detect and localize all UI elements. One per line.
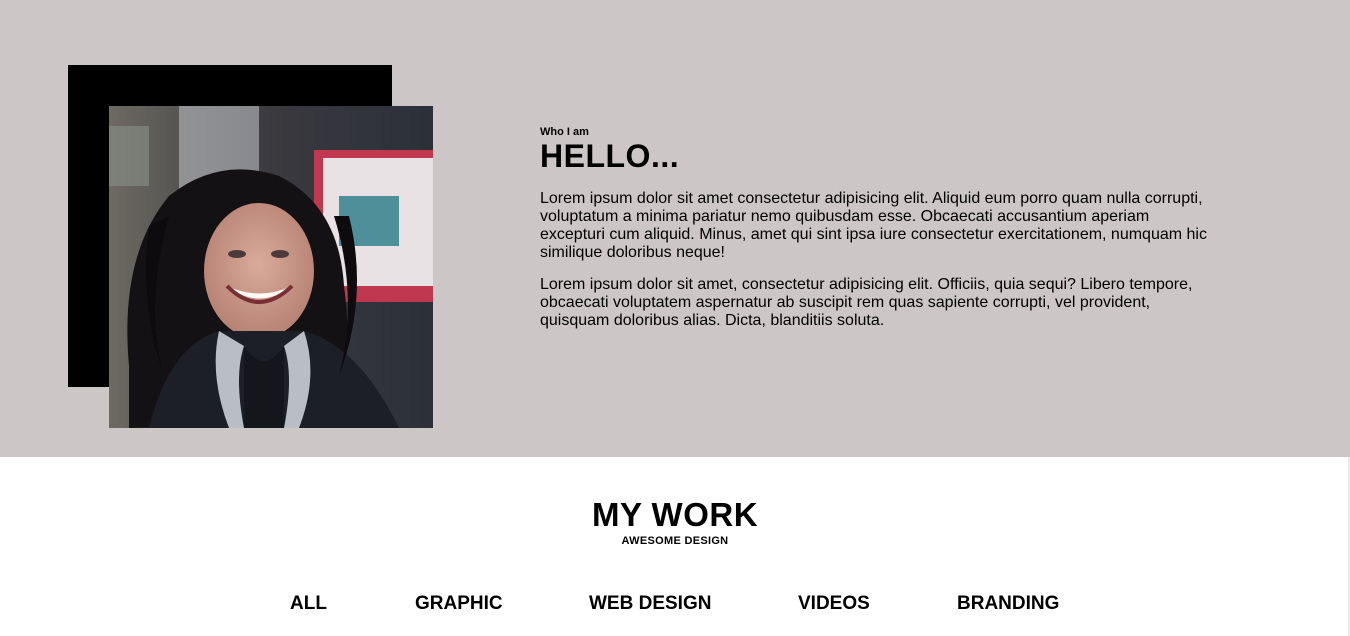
filter-web-design[interactable]: WEB DESIGN	[589, 593, 711, 615]
profile-photo	[109, 106, 433, 428]
about-eyebrow: Who I am	[540, 126, 589, 138]
about-text-block: Who I am HELLO... Lorem ipsum dolor sit …	[540, 126, 1215, 344]
filter-videos[interactable]: VIDEOS	[798, 593, 870, 615]
work-filter-nav: ALL GRAPHIC WEB DESIGN VIDEOS BRANDING	[0, 593, 1350, 617]
about-section: Who I am HELLO... Lorem ipsum dolor sit …	[0, 0, 1350, 457]
about-paragraph-2: Lorem ipsum dolor sit amet, consectetur …	[540, 276, 1193, 329]
filter-all[interactable]: ALL	[290, 593, 327, 615]
filter-branding[interactable]: BRANDING	[957, 593, 1059, 615]
profile-photo-image	[109, 106, 433, 428]
filter-graphic[interactable]: GRAPHIC	[415, 593, 503, 615]
work-section-subtitle: AWESOME DESIGN	[621, 535, 729, 547]
work-section-title: MY WORK	[591, 496, 759, 533]
about-paragraph-1: Lorem ipsum dolor sit amet consectetur a…	[540, 190, 1207, 261]
about-heading: HELLO...	[540, 138, 680, 174]
